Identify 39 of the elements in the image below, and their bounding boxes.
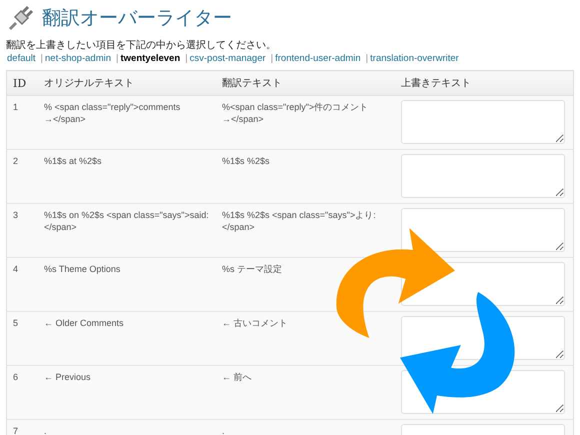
table-cell: % <span class="reply">comments →</span> (38, 96, 216, 150)
link-separator: | (184, 53, 189, 64)
column-header: ID (6, 70, 38, 96)
domain-link[interactable]: frontend-user-admin (274, 53, 364, 64)
table-cell: 6 (6, 366, 38, 420)
table-cell: %1$s on %2$s <span class="says">said: </span> (38, 204, 216, 258)
override-field[interactable] (401, 154, 565, 198)
column-header: オリジナルテキスト (38, 70, 216, 96)
table-cell: 3 (6, 204, 38, 258)
table-cell: 7 (6, 420, 38, 435)
table-cell: 2 (6, 150, 38, 204)
column-header: 翻訳テキスト (216, 70, 395, 96)
table-cell: 4 (6, 258, 38, 312)
link-separator: | (40, 53, 44, 64)
table-cell: 5 (6, 312, 38, 366)
table-cell: %1$s at %2$s (38, 150, 216, 204)
link-separator: | (115, 53, 120, 64)
override-field[interactable] (401, 100, 565, 144)
table-cell: ← Previous (38, 366, 216, 420)
column-header: 上書きテキスト (395, 70, 574, 96)
table-cell: ← 前へ (216, 366, 395, 420)
domain-link[interactable]: default (6, 53, 39, 64)
link-separator: | (270, 53, 274, 64)
page-title: 翻訳オーバーライター (42, 6, 232, 31)
table-cell: ← Older Comments (38, 312, 216, 366)
override-field[interactable] (401, 208, 565, 252)
table-cell: 1 (6, 96, 38, 150)
domain-link[interactable]: net-shop-admin (44, 53, 114, 64)
table-cell: . (38, 420, 216, 435)
plug-icon (6, 3, 36, 33)
table-cell: . (216, 420, 395, 435)
table-cell: %1$s %2$s (216, 150, 395, 204)
domain-link[interactable]: twentyeleven (119, 53, 184, 64)
instruction-text: 翻訳を上書きしたい項目を下記の中から選択してください。 (6, 38, 277, 52)
link-separator: | (364, 53, 370, 64)
table-cell: %<span class="reply">件のコメント →</span> (216, 96, 395, 150)
domain-link[interactable]: translation-overwriter (369, 53, 462, 64)
domain-link[interactable]: csv-post-manager (188, 53, 269, 64)
table-cell: %s Theme Options (38, 258, 216, 312)
